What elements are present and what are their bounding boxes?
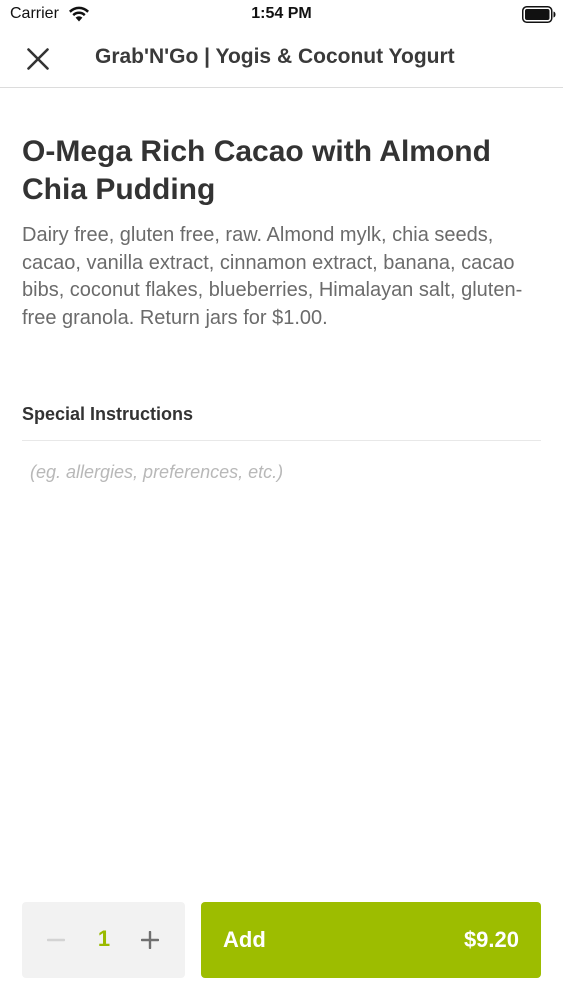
add-to-order-button[interactable]: Add $9.20 <box>201 902 541 978</box>
close-icon <box>27 48 49 70</box>
status-bar: Carrier 1:54 PM <box>0 0 563 30</box>
plus-icon <box>141 931 159 949</box>
add-button-label: Add <box>223 927 266 952</box>
increase-quantity-button[interactable] <box>130 920 170 960</box>
add-button-price: $9.20 <box>463 927 519 952</box>
item-detail-screen: Carrier 1:54 PM Grab'N'Go | Yogis & Coco… <box>0 0 563 1000</box>
page-title: Grab'N'Go | Yogis & Coconut Yogurt <box>95 45 455 68</box>
quantity-value: 1 <box>97 926 111 951</box>
quantity-stepper: 1 <box>22 902 185 978</box>
close-button[interactable] <box>18 39 58 79</box>
battery-icon <box>522 6 556 23</box>
minus-icon <box>47 938 65 942</box>
nav-header: Grab'N'Go | Yogis & Coconut Yogurt <box>0 30 563 88</box>
special-instructions-input[interactable] <box>22 452 541 852</box>
item-description: Dairy free, gluten free, raw. Almond myl… <box>22 224 523 329</box>
decrease-quantity-button[interactable] <box>36 920 76 960</box>
clock: 1:54 PM <box>251 5 312 22</box>
item-title: O-Mega Rich Cacao with Almond Chia Puddi… <box>22 135 491 206</box>
divider <box>22 440 541 441</box>
special-instructions-label: Special Instructions <box>22 404 194 424</box>
